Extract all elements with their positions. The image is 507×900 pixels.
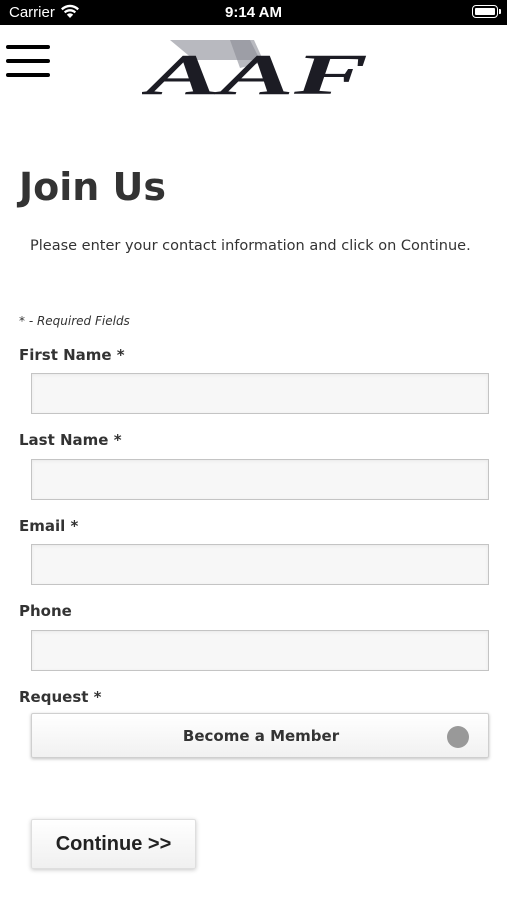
first-name-field[interactable] <box>31 373 489 414</box>
hamburger-menu-icon[interactable] <box>6 45 50 79</box>
clock: 9:14 AM <box>225 4 282 21</box>
last-name-label: Last Name * <box>19 431 122 449</box>
continue-button[interactable]: Continue >> <box>31 819 196 869</box>
email-label: Email * <box>19 517 79 535</box>
status-bar: Carrier 9:14 AM <box>0 0 507 25</box>
required-fields-note: * - Required Fields <box>19 314 130 328</box>
intro-text: Please enter your contact information an… <box>30 238 471 254</box>
request-select[interactable]: Become a Member <box>31 713 489 758</box>
request-selected-value: Become a Member <box>182 727 340 745</box>
last-name-field[interactable] <box>31 459 489 500</box>
phone-field[interactable] <box>31 630 489 671</box>
svg-text:AAF: AAF <box>142 42 368 100</box>
dropdown-indicator-icon <box>447 726 469 748</box>
request-label: Request * <box>19 688 102 706</box>
phone-label: Phone <box>19 602 72 620</box>
email-field[interactable] <box>31 544 489 585</box>
page-title: Join Us <box>19 165 167 209</box>
aaf-logo: AAF <box>140 38 372 107</box>
first-name-label: First Name * <box>19 346 125 364</box>
battery-icon <box>472 5 501 18</box>
